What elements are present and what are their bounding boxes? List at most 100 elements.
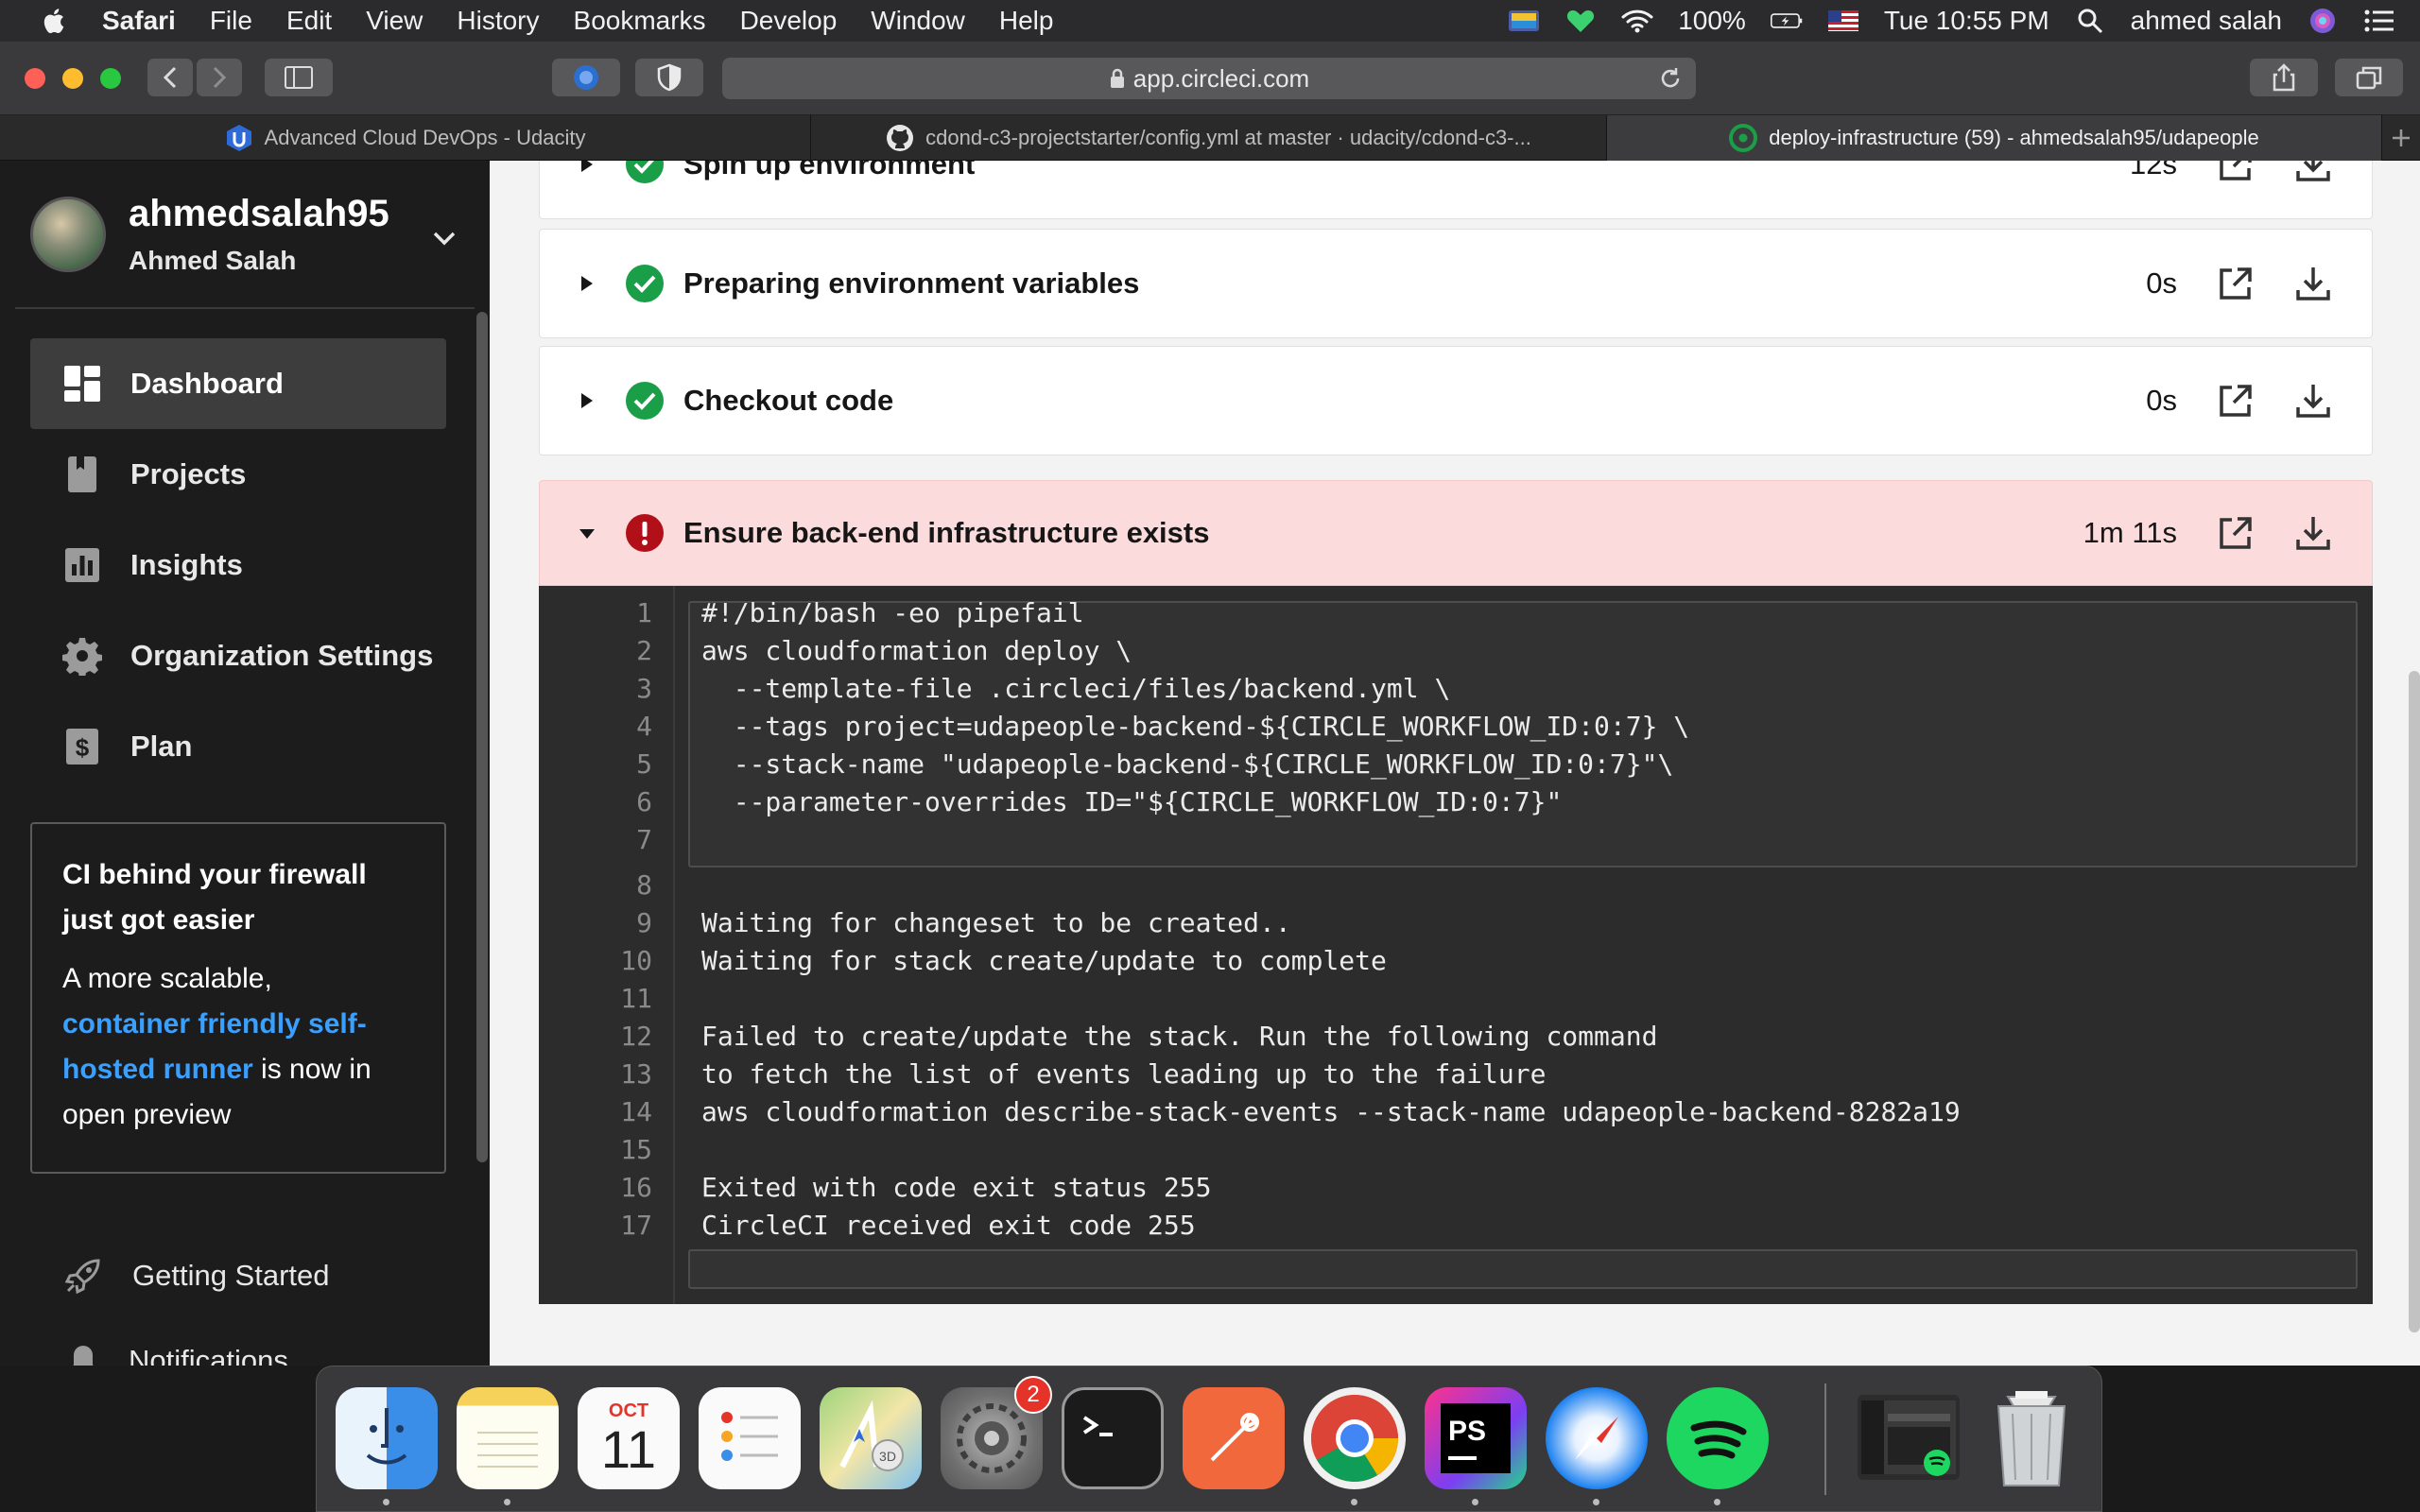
notification-center-icon[interactable]	[2363, 7, 2395, 35]
reminders-icon[interactable]	[699, 1387, 801, 1489]
chevron-down-icon[interactable]	[429, 223, 459, 253]
download-icon[interactable]	[2294, 514, 2332, 552]
caret-right-icon[interactable]	[579, 161, 595, 174]
menu-file[interactable]: File	[210, 6, 252, 36]
zoom-window-button[interactable]	[100, 68, 121, 89]
notes-icon[interactable]	[457, 1387, 559, 1489]
wifi-icon[interactable]	[1621, 7, 1653, 35]
url-text: app.circleci.com	[1132, 63, 1310, 93]
download-icon[interactable]	[2294, 161, 2332, 183]
svg-text:$: $	[76, 733, 90, 762]
job-steps-panel: Spin up environment 12s Preparing enviro…	[490, 161, 2420, 1366]
running-indicator	[1351, 1499, 1357, 1505]
system-preferences-icon[interactable]: 2	[941, 1376, 1052, 1489]
caret-right-icon[interactable]	[579, 274, 595, 293]
menu-view[interactable]: View	[366, 6, 423, 36]
chrome-icon[interactable]	[1304, 1387, 1406, 1489]
step-log-output: 1 #!/bin/bash -eo pipefail 2 aws cloudforma…	[539, 586, 2373, 1304]
spotlight-search-icon[interactable]	[2074, 7, 2106, 35]
step-title: Checkout code	[683, 384, 894, 417]
tab-github[interactable]: cdond-c3-projectstarter/config.yml at ma…	[811, 115, 1607, 161]
menu-bookmarks[interactable]: Bookmarks	[574, 6, 706, 36]
battery-icon[interactable]	[1770, 7, 1803, 35]
extension-button[interactable]	[552, 59, 620, 96]
spotify-icon[interactable]	[1667, 1387, 1769, 1489]
open-external-icon[interactable]	[2217, 265, 2255, 302]
dollar-icon: $	[62, 727, 102, 766]
avatar[interactable]	[30, 197, 106, 272]
step-row[interactable]: Preparing environment variables 0s	[539, 229, 2373, 338]
promo-heading-line2: just got easier	[62, 904, 255, 936]
org-username[interactable]: ahmedsalah95	[129, 193, 389, 235]
postman-icon[interactable]	[1183, 1387, 1285, 1489]
step-duration: 0s	[2146, 266, 2177, 300]
sidebar-item-plan[interactable]: $ Plan	[30, 701, 446, 792]
reload-icon[interactable]	[1658, 66, 1683, 91]
siri-icon[interactable]	[2307, 7, 2339, 35]
back-button[interactable]	[147, 59, 193, 96]
sidebar-item-organization-settings[interactable]: Organization Settings	[30, 610, 446, 701]
heart-icon[interactable]	[1564, 7, 1597, 35]
caret-right-icon[interactable]	[579, 391, 595, 410]
sidebar-item-notifications[interactable]: Notifications	[129, 1344, 288, 1366]
menu-develop[interactable]: Develop	[740, 6, 838, 36]
step-row-failed[interactable]: Ensure back-end infrastructure exists 1m…	[539, 480, 2373, 586]
caret-down-icon[interactable]	[579, 524, 595, 542]
download-icon[interactable]	[2294, 382, 2332, 420]
window-preview[interactable]	[1858, 1395, 1960, 1480]
log-line-number: 11	[620, 983, 652, 1014]
terminal-icon[interactable]	[1062, 1387, 1164, 1489]
maps-icon[interactable]: 3D	[820, 1387, 922, 1489]
log-line-number: 12	[620, 1021, 652, 1052]
menu-window[interactable]: Window	[871, 6, 965, 36]
promo-heading: CI behind your firewall just got easier	[62, 852, 414, 943]
apple-icon[interactable]	[40, 7, 66, 35]
log-line-text: --tags project=udapeople-backend-${CIRCL…	[701, 711, 1690, 742]
close-window-button[interactable]	[25, 68, 45, 89]
main-scrollbar[interactable]	[2409, 671, 2420, 1332]
open-external-icon[interactable]	[2217, 514, 2255, 552]
sidebar-item-getting-started[interactable]: Getting Started	[30, 1246, 330, 1306]
sidebar-toggle-button[interactable]	[265, 59, 333, 96]
sidebar-item-dashboard[interactable]: Dashboard	[30, 338, 446, 429]
bell-icon	[73, 1346, 94, 1366]
menu-edit[interactable]: Edit	[286, 6, 332, 36]
sidebar-scrollbar[interactable]	[476, 312, 488, 1162]
menu-history[interactable]: History	[457, 6, 539, 36]
log-line-text: --stack-name "udapeople-backend-${CIRCLE…	[701, 748, 1674, 780]
calendar-icon[interactable]: OCT 11	[578, 1387, 680, 1489]
menu-username[interactable]: ahmed salah	[2131, 6, 2282, 36]
promo-link-line2[interactable]: hosted runner	[62, 1054, 253, 1085]
keyboard-layout-icon[interactable]	[1508, 7, 1540, 35]
us-flag-icon[interactable]	[1827, 7, 1859, 35]
tab-overview-button[interactable]	[2335, 59, 2403, 96]
promo-link-line1[interactable]: container friendly self-	[62, 1008, 367, 1040]
new-tab-button[interactable]	[2382, 115, 2420, 161]
menu-app-name[interactable]: Safari	[102, 6, 176, 36]
trash-icon[interactable]	[1980, 1387, 2083, 1489]
step-row[interactable]: Checkout code 0s	[539, 346, 2373, 455]
dashboard-icon	[62, 364, 102, 404]
forward-button[interactable]	[197, 59, 242, 96]
step-row[interactable]: Spin up environment 12s	[539, 161, 2373, 219]
menu-help[interactable]: Help	[999, 6, 1054, 36]
tab-label: Advanced Cloud DevOps - Udacity	[264, 126, 586, 149]
success-check-icon	[626, 382, 664, 420]
phpstorm-icon[interactable]: PS	[1425, 1387, 1527, 1489]
open-external-icon[interactable]	[2217, 382, 2255, 420]
safari-icon[interactable]	[1546, 1387, 1648, 1489]
sidebar-item-projects[interactable]: Projects	[30, 429, 446, 520]
finder-icon[interactable]	[336, 1387, 438, 1489]
download-icon[interactable]	[2294, 265, 2332, 302]
share-button[interactable]	[2250, 59, 2318, 96]
tab-circleci[interactable]: deploy-infrastructure (59) - ahmedsalah9…	[1607, 115, 2382, 161]
plus-icon	[2393, 129, 2410, 146]
sidebar-item-insights[interactable]: Insights	[30, 520, 446, 610]
tab-udacity[interactable]: Advanced Cloud DevOps - Udacity	[0, 115, 811, 161]
open-external-icon[interactable]	[2217, 161, 2255, 183]
privacy-report-button[interactable]	[635, 59, 703, 96]
address-bar[interactable]: app.circleci.com	[722, 58, 1696, 99]
menu-clock[interactable]: Tue 10:55 PM	[1884, 6, 2049, 36]
promo-heading-line1: CI behind your firewall	[62, 859, 367, 890]
minimize-window-button[interactable]	[62, 68, 83, 89]
